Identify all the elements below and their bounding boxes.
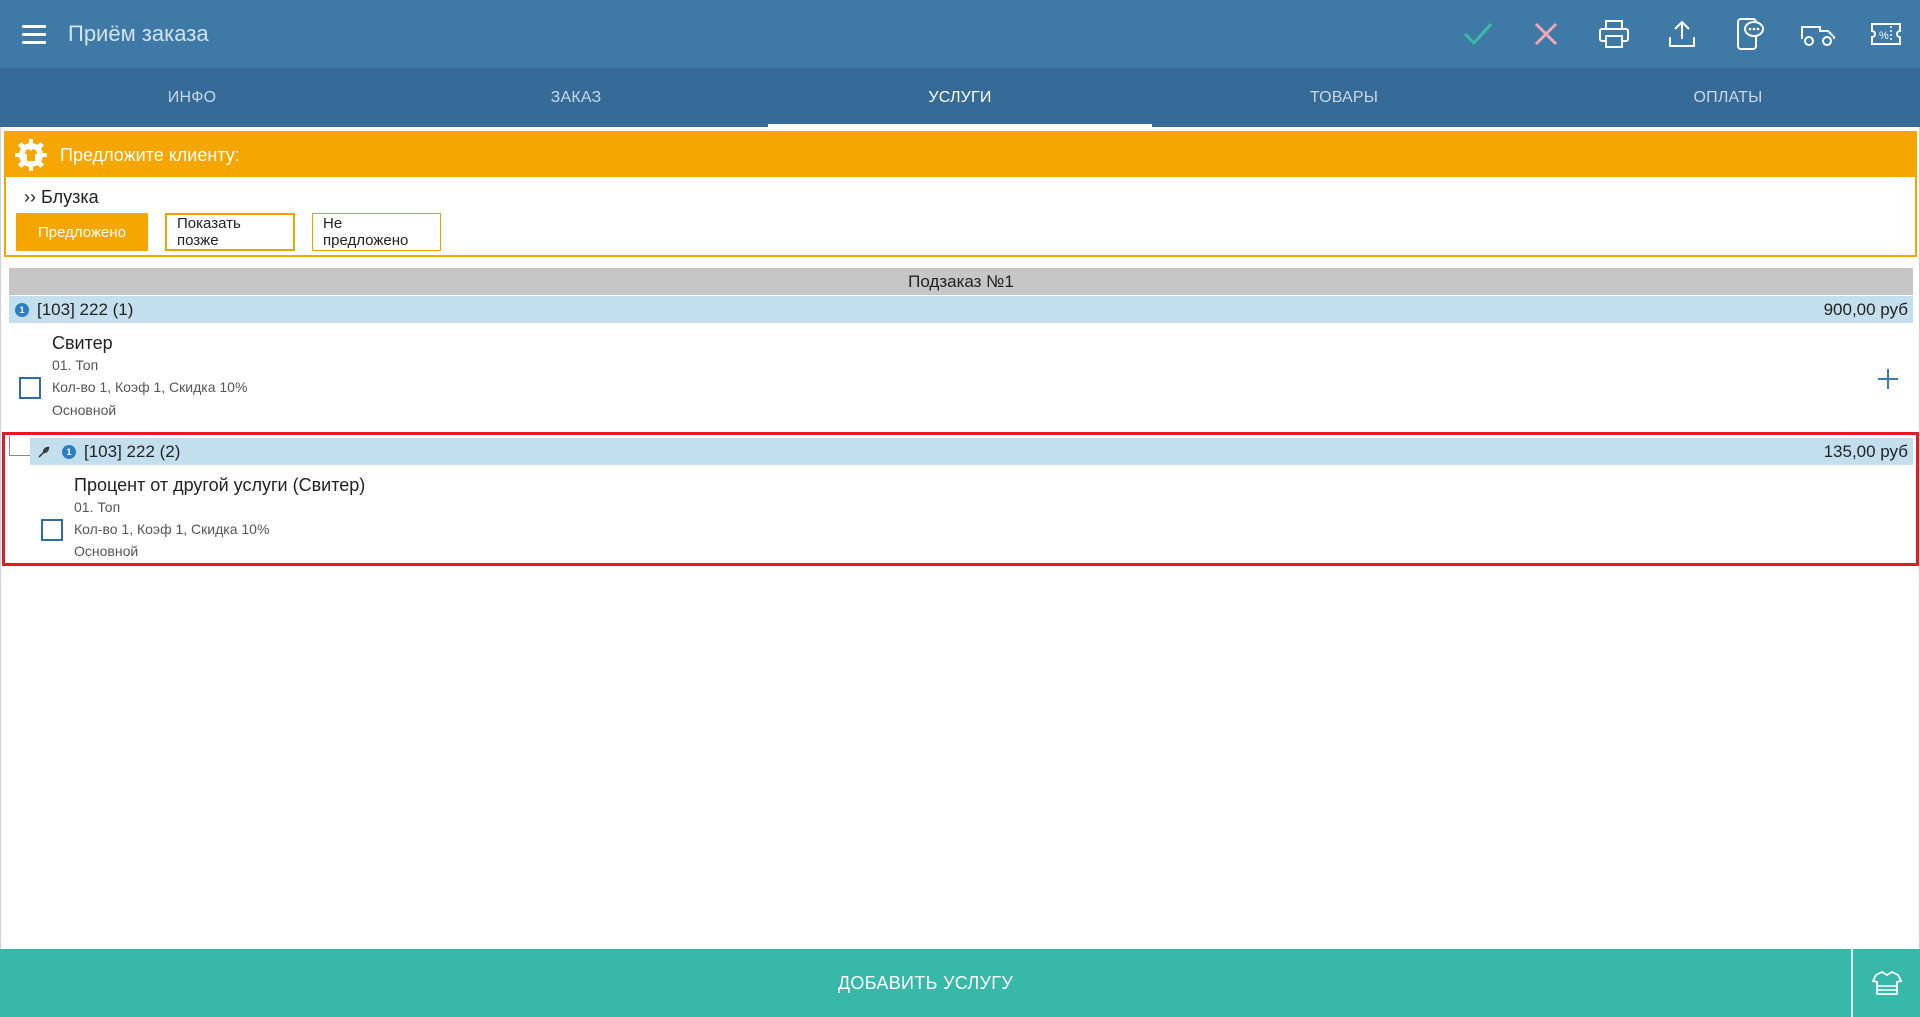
tab-info[interactable]: ИНФО [0,68,384,127]
tab-payments[interactable]: ОПЛАТЫ [1536,68,1920,127]
service-category: 01. Топ [52,357,99,373]
show-later-button[interactable]: Показать позже [165,213,295,251]
suggestion-title: Предложите клиенту: [60,144,240,165]
svg-text:%: % [1879,30,1889,42]
group-code: [103] 222 (1) [37,299,134,319]
suborder-header: Подзаказ №1 [9,268,1913,295]
tab-goods[interactable]: ТОВАРЫ [1152,68,1536,127]
suggestion-panel: Предложите клиенту: ›› Блузка Предложено… [4,131,1917,257]
tab-services[interactable]: УСЛУГИ [768,68,1152,127]
toolbar: % [1444,0,1920,68]
bottom-action-bar: ДОБАВИТЬ УСЛУГУ [0,949,1920,1017]
group-price: 135,00 руб [1823,441,1908,461]
gear-shirt-icon [14,138,48,172]
suggestion-actions: Предложено Показать позже Не предложено [16,213,441,251]
tree-connector [9,436,30,456]
close-icon[interactable] [1512,0,1580,68]
not-offered-button[interactable]: Не предложено [312,213,441,251]
service-category: 01. Топ [74,499,121,515]
add-service-button[interactable]: ДОБАВИТЬ УСЛУГУ [0,949,1851,1017]
phone-message-icon[interactable] [1716,0,1784,68]
service-checkbox[interactable] [41,519,63,541]
shirt-stack-icon[interactable] [1853,949,1920,1017]
page-title: Приём заказа [68,21,209,46]
service-name: Процент от другой услуги (Свитер) [74,475,366,495]
tab-order[interactable]: ЗАКАЗ [384,68,768,127]
check-icon[interactable] [1444,0,1512,68]
offered-button[interactable]: Предложено [16,213,148,251]
suggestion-header: Предложите клиенту: [6,133,1915,177]
link-pin-icon [36,444,52,460]
discount-ticket-icon[interactable]: % [1852,0,1920,68]
print-icon[interactable] [1580,0,1648,68]
group-price: 900,00 руб [1823,299,1908,319]
delivery-car-icon[interactable] [1784,0,1852,68]
tab-bar: ИНФО ЗАКАЗ УСЛУГИ ТОВАРЫ ОПЛАТЫ [0,68,1920,127]
service-details: Кол-во 1, Коэф 1, Скидка 10% [52,379,248,395]
service-details: Кол-во 1, Коэф 1, Скидка 10% [74,521,270,537]
service-group-row[interactable]: 1 [103] 222 (2) 135,00 руб [30,438,1913,465]
top-app-bar: Приём заказа % [0,0,1920,68]
service-name: Свитер [52,333,113,353]
suggested-item: ›› Блузка [24,187,99,207]
service-item: Процент от другой услуги (Свитер) 01. То… [1,465,1920,565]
services-content: Предложите клиенту: ›› Блузка Предложено… [0,127,1920,949]
add-plus-icon[interactable] [1876,367,1900,391]
service-type: Основной [74,543,139,559]
upload-icon[interactable] [1648,0,1716,68]
group-code: [103] 222 (2) [84,441,181,461]
menu-icon[interactable] [0,0,68,68]
service-type: Основной [52,402,117,418]
divider [1851,949,1853,1017]
service-checkbox[interactable] [19,377,41,399]
info-icon[interactable]: 1 [62,444,76,459]
info-icon[interactable]: 1 [15,302,29,317]
service-group-row[interactable]: 1 [103] 222 (1) 900,00 руб [9,296,1913,323]
